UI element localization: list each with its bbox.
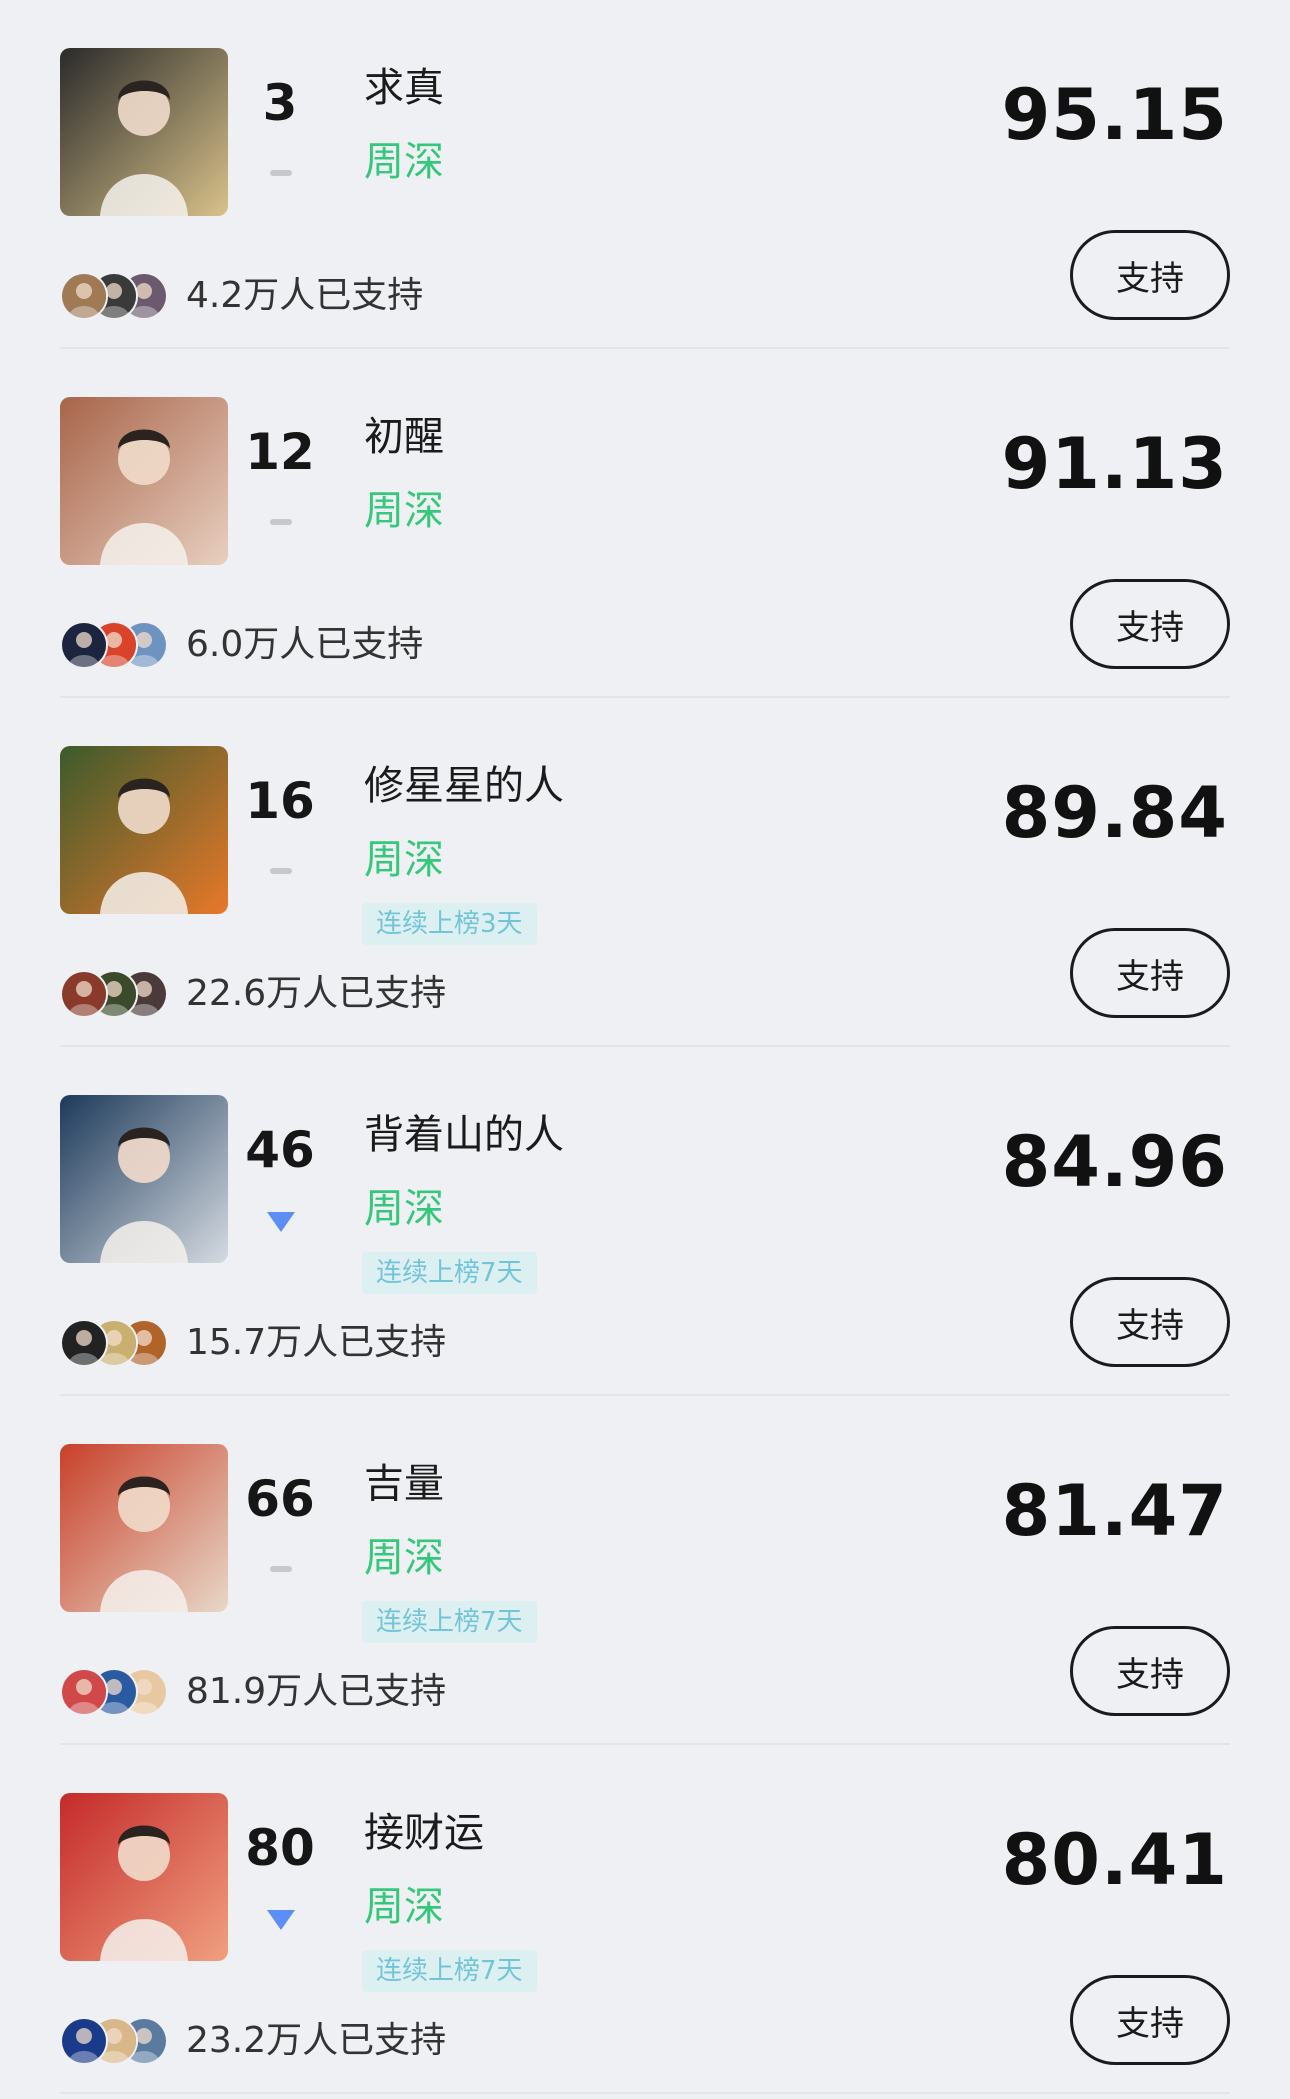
supporter-avatar [60,621,108,669]
streak-badge: 连续上榜3天 [362,903,537,945]
supporter-avatars [60,1668,180,1716]
supporter-count: 81.9万人已支持 [186,1671,447,1712]
song-title[interactable]: 初醒 [364,417,444,457]
album-cover[interactable] [60,1444,228,1612]
streak-badge: 连续上榜7天 [362,1252,537,1294]
list-item[interactable]: 12 初醒 周深 91.13 支持 6.0万人已支持 [0,349,1290,698]
album-cover-art [60,1095,228,1263]
supporter-avatars [60,621,180,669]
supporter-avatars [60,1319,180,1367]
rank-number: 46 [245,1121,315,1179]
rank-number: 16 [245,772,315,830]
artist-name[interactable]: 周深 [364,840,444,880]
supporter-avatars [60,970,180,1018]
artist-name[interactable]: 周深 [364,1887,444,1927]
support-button[interactable]: 支持 [1070,928,1230,1018]
list-item[interactable]: 66 吉量 周深 连续上榜7天 81.47 支持 81.9万人已支持 [0,1396,1290,1745]
song-title[interactable]: 接财运 [364,1813,484,1853]
supporter-avatar [60,1319,108,1367]
rank-unchanged-dash-icon [270,1566,292,1572]
album-cover[interactable] [60,1793,228,1961]
artist-name[interactable]: 周深 [364,142,444,182]
list-item[interactable]: 16 修星星的人 周深 连续上榜3天 89.84 支持 22.6万人已支持 [0,698,1290,1047]
supporter-avatars [60,2017,180,2065]
album-cover-art [60,48,228,216]
list-item[interactable]: 46 背着山的人 周深 连续上榜7天 84.96 支持 15.7万人已支持 [0,1047,1290,1396]
score-value: 91.13 [1001,423,1228,505]
rank-unchanged-dash-icon [270,868,292,874]
rank-number: 66 [245,1470,315,1528]
score-value: 80.41 [1001,1819,1228,1901]
list-item[interactable]: 80 接财运 周深 连续上榜7天 80.41 支持 23.2万人已支持 [0,1745,1290,2094]
score-value: 81.47 [1001,1470,1228,1552]
support-button[interactable]: 支持 [1070,1626,1230,1716]
supporter-count: 6.0万人已支持 [186,624,424,665]
supporter-avatars [60,272,180,320]
supporter-avatar [60,1668,108,1716]
support-button[interactable]: 支持 [1070,579,1230,669]
score-value: 95.15 [1001,74,1228,156]
album-cover-art [60,1793,228,1961]
supporter-avatar [60,970,108,1018]
support-button[interactable]: 支持 [1070,1975,1230,2065]
rank-number: 3 [262,74,298,132]
supporter-count: 22.6万人已支持 [186,973,447,1014]
album-cover[interactable] [60,1095,228,1263]
album-cover-art [60,746,228,914]
streak-badge: 连续上榜7天 [362,1601,537,1643]
support-button[interactable]: 支持 [1070,230,1230,320]
supporter-avatar [60,272,108,320]
rank-number: 80 [245,1819,315,1877]
album-cover[interactable] [60,48,228,216]
score-value: 89.84 [1001,772,1228,854]
rank-unchanged-dash-icon [270,170,292,176]
support-button[interactable]: 支持 [1070,1277,1230,1367]
album-cover-art [60,397,228,565]
supporter-count: 23.2万人已支持 [186,2020,447,2061]
song-title[interactable]: 背着山的人 [364,1115,564,1155]
supporter-avatar [60,2017,108,2065]
supporter-count: 15.7万人已支持 [186,1322,447,1363]
score-value: 84.96 [1001,1121,1228,1203]
supporter-count: 4.2万人已支持 [186,275,424,316]
rank-number: 12 [245,423,315,481]
artist-name[interactable]: 周深 [364,491,444,531]
album-cover[interactable] [60,397,228,565]
artist-name[interactable]: 周深 [364,1538,444,1578]
rank-down-arrow-icon [267,1212,295,1232]
artist-name[interactable]: 周深 [364,1189,444,1229]
rank-down-arrow-icon [267,1910,295,1930]
list-item[interactable]: 3 求真 周深 95.15 支持 4.2万人已支持 [0,0,1290,349]
album-cover-art [60,1444,228,1612]
song-title[interactable]: 吉量 [364,1464,444,1504]
rank-unchanged-dash-icon [270,519,292,525]
streak-badge: 连续上榜7天 [362,1950,537,1992]
album-cover[interactable] [60,746,228,914]
song-title[interactable]: 求真 [364,68,444,108]
ranking-list: 3 求真 周深 95.15 支持 4.2万人已支持 12 初醒 周深 91.13… [0,0,1290,2099]
song-title[interactable]: 修星星的人 [364,766,564,806]
